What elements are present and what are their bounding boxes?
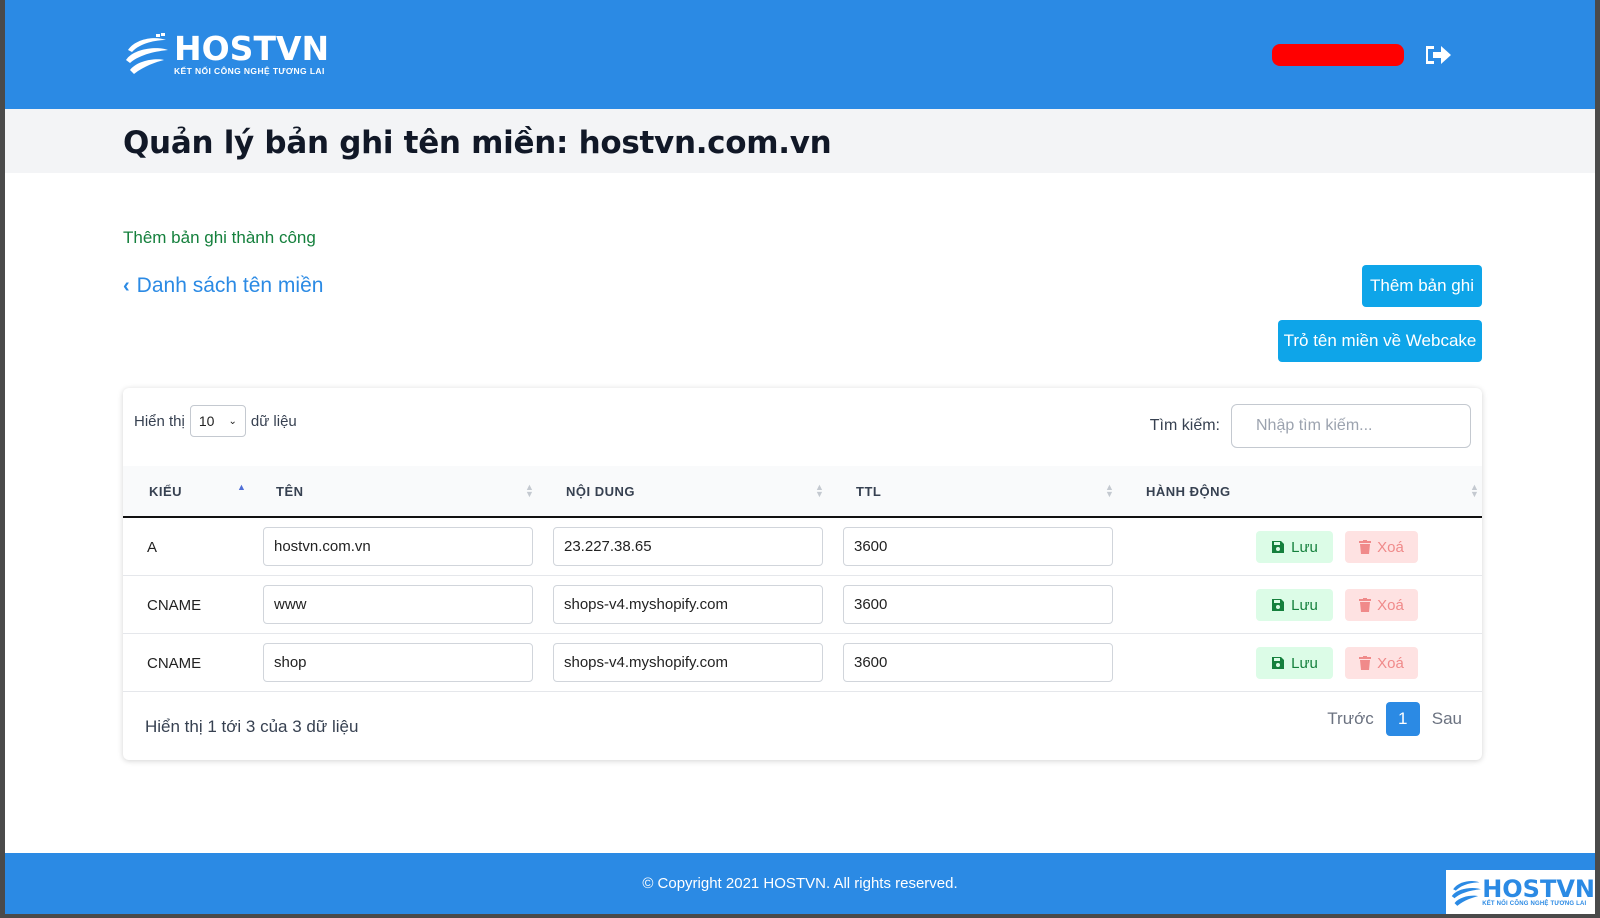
delete-button[interactable]: Xoá <box>1345 589 1418 621</box>
column-header-label: HÀNH ĐỘNG <box>1146 483 1231 499</box>
chevron-left-icon: ‹ <box>123 274 130 297</box>
back-link-label: Danh sách tên miền <box>136 274 324 297</box>
column-header-label: TÊN <box>276 483 304 499</box>
record-type: A <box>147 538 158 556</box>
page-length-value: 10 <box>198 413 215 429</box>
sort-icon: ▲ ▼ <box>1105 482 1114 499</box>
page-frame: HOSTVN KẾT NỐI CÔNG NGHỆ TƯƠNG LAI Quản … <box>5 0 1595 914</box>
pagination-next[interactable]: Sau <box>1432 709 1462 729</box>
footer-logo-tagline: KẾT NỐI CÔNG NGHỆ TƯƠNG LAI <box>1482 901 1587 907</box>
save-button[interactable]: Lưu <box>1256 647 1333 679</box>
redacted-user-name[interactable] <box>1272 44 1404 66</box>
save-label: Lưu <box>1291 654 1318 672</box>
save-label: Lưu <box>1291 596 1318 614</box>
show-label: Hiển thị <box>134 412 185 430</box>
page-length-control: Hiển thị 10 ⌄ dữ liệu <box>134 405 297 437</box>
trash-icon <box>1359 656 1372 670</box>
logo-swoosh-icon <box>122 30 170 78</box>
page-length-select[interactable]: 10 ⌄ <box>189 405 246 437</box>
column-header-label: NỘI DUNG <box>566 483 635 499</box>
record-content-input[interactable]: shops-v4.myshopify.com <box>553 643 823 682</box>
delete-button[interactable]: Xoá <box>1345 531 1418 563</box>
page-title-band: Quản lý bản ghi tên miền: hostvn.com.vn <box>5 109 1595 173</box>
top-navbar: HOSTVN KẾT NỐI CÔNG NGHỆ TƯƠNG LAI <box>5 0 1595 109</box>
delete-button[interactable]: Xoá <box>1345 647 1418 679</box>
sort-asc-icon: ▲ <box>237 482 246 492</box>
record-content-input[interactable]: shops-v4.myshopify.com <box>553 585 823 624</box>
record-content-input[interactable]: 23.227.38.65 <box>553 527 823 566</box>
sort-icon: ▲ ▼ <box>1470 482 1479 499</box>
page-footer: © Copyright 2021 HOSTVN. All rights rese… <box>5 853 1595 914</box>
records-label: dữ liệu <box>250 412 297 430</box>
pagination-prev[interactable]: Trước <box>1327 709 1373 729</box>
column-header-label: TTL <box>856 483 882 499</box>
search-label: Tìm kiếm: <box>1149 417 1220 434</box>
footer-logo-text: HOSTVN KẾT NỐI CÔNG NGHỆ TƯƠNG LAI <box>1482 877 1595 907</box>
column-header-actions[interactable]: HÀNH ĐỘNG <box>1146 466 1231 516</box>
record-ttl-input[interactable]: 3600 <box>843 527 1113 566</box>
floppy-disk-icon <box>1272 657 1285 669</box>
logo-brand-name: HOSTVN <box>174 29 330 68</box>
copyright-text: © Copyright 2021 HOSTVN. All rights rese… <box>642 875 958 892</box>
footer-logo-name: HOSTVN <box>1482 875 1595 903</box>
table-row: CNAME www shops-v4.myshopify.com 3600 Lư… <box>123 576 1482 634</box>
floppy-disk-icon <box>1272 599 1285 611</box>
records-table-card: Hiển thị 10 ⌄ dữ liệu Tìm kiếm: KIỂU ▲ T… <box>123 388 1482 760</box>
trash-icon <box>1359 540 1372 554</box>
sort-icon: ▲ ▼ <box>525 482 534 499</box>
logo-swoosh-icon <box>1451 881 1481 906</box>
record-ttl-input[interactable]: 3600 <box>843 585 1113 624</box>
search-input[interactable] <box>1231 404 1471 448</box>
delete-label: Xoá <box>1377 596 1404 614</box>
trash-icon <box>1359 598 1372 612</box>
column-header-ttl[interactable]: TTL <box>856 466 881 516</box>
column-header-type[interactable]: KIỂU <box>149 466 182 516</box>
record-type: CNAME <box>147 654 202 672</box>
search-control: Tìm kiếm: <box>1150 404 1471 448</box>
record-name-input[interactable]: shop <box>263 643 533 682</box>
back-to-domain-list-link[interactable]: ‹ Danh sách tên miền <box>123 274 323 298</box>
save-label: Lưu <box>1291 538 1318 556</box>
floppy-disk-icon <box>1272 541 1285 553</box>
save-button[interactable]: Lưu <box>1256 531 1333 563</box>
add-record-button[interactable]: Thêm bản ghi <box>1362 265 1482 307</box>
success-alert: Thêm bản ghi thành công <box>123 228 316 247</box>
sort-icon: ▲ ▼ <box>815 482 824 499</box>
column-header-content[interactable]: NỘI DUNG <box>566 466 635 516</box>
logo-tagline: KẾT NỐI CÔNG NGHỆ TƯƠNG LAI <box>174 66 325 76</box>
table-header: KIỂU ▲ TÊN ▲ ▼ NỘI DUNG ▲ ▼ TTL ▲ ▼ HÀNH ĐỘ… <box>123 466 1482 518</box>
logo-text: HOSTVN KẾT NỐI CÔNG NGHỆ TƯƠNG LAI <box>174 29 330 77</box>
point-to-webcake-button[interactable]: Trỏ tên miền về Webcake <box>1278 320 1482 362</box>
chevron-down-icon: ⌄ <box>228 415 237 427</box>
hostvn-logo[interactable]: HOSTVN KẾT NỐI CÔNG NGHỆ TƯƠNG LAI <box>122 30 329 78</box>
pagination-page-current[interactable]: 1 <box>1385 702 1420 736</box>
pagination: Trước 1 Sau <box>1327 702 1462 736</box>
sign-out-icon[interactable] <box>1423 42 1453 68</box>
delete-label: Xoá <box>1377 654 1404 672</box>
table-row: CNAME shop shops-v4.myshopify.com 3600 L… <box>123 634 1482 692</box>
column-header-label: KIỂU <box>149 483 183 499</box>
record-name-input[interactable]: www <box>263 585 533 624</box>
delete-label: Xoá <box>1377 538 1404 556</box>
save-button[interactable]: Lưu <box>1256 589 1333 621</box>
table-row: A hostvn.com.vn 23.227.38.65 3600 Lưu Xo… <box>123 518 1482 576</box>
page-title: Quản lý bản ghi tên miền: hostvn.com.vn <box>123 125 832 161</box>
record-type: CNAME <box>147 596 202 614</box>
table-info: Hiển thị 1 tới 3 của 3 dữ liệu <box>145 717 359 736</box>
footer-logo: HOSTVN KẾT NỐI CÔNG NGHỆ TƯƠNG LAI <box>1446 870 1595 914</box>
record-name-input[interactable]: hostvn.com.vn <box>263 527 533 566</box>
record-ttl-input[interactable]: 3600 <box>843 643 1113 682</box>
column-header-name[interactable]: TÊN <box>276 466 304 516</box>
